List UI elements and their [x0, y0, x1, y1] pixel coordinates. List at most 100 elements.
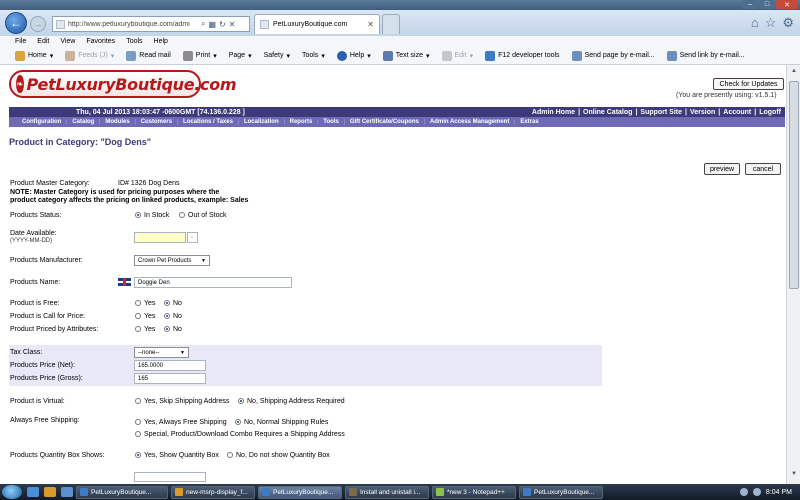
address-url[interactable]: http://www.petluxuryboutique.com/admi	[68, 21, 198, 28]
manufacturer-select[interactable]: Crown Pet Products ▼	[134, 255, 210, 266]
f12-tools-button[interactable]: F12 developer tools	[485, 50, 560, 61]
search-icon[interactable]: ⌕	[201, 19, 205, 29]
nav-localization[interactable]: Localization	[239, 119, 285, 125]
nav-modules[interactable]: Modules	[100, 119, 136, 125]
taskbar-item-notepad[interactable]: *new 3 - Notepad++	[432, 485, 516, 499]
attr-no-option[interactable]: No	[164, 325, 182, 333]
maximize-icon[interactable]: □	[759, 0, 775, 9]
radio-selected[interactable]	[164, 325, 170, 332]
radio-unselected[interactable]	[135, 418, 141, 425]
nav-configuration[interactable]: Configuration	[17, 119, 68, 125]
forward-button[interactable]: →	[30, 16, 46, 32]
radio-selected[interactable]	[235, 418, 241, 425]
attr-yes-option[interactable]: Yes	[135, 325, 155, 333]
text-size-button[interactable]: Text size ▾	[382, 50, 430, 61]
compat-view-icon[interactable]: ▦	[208, 20, 216, 29]
virtual-yes-option[interactable]: Yes, Skip Shipping Address	[135, 397, 229, 405]
status-out-of-stock-option[interactable]: Out of Stock	[179, 211, 227, 219]
account-link[interactable]: Account	[723, 109, 751, 116]
call-yes-option[interactable]: Yes	[135, 312, 155, 320]
tab-active[interactable]: PetLuxuryBoutique.com ✕	[254, 14, 380, 34]
nav-catalog[interactable]: Catalog	[67, 119, 101, 125]
help-button[interactable]: Help ▾	[336, 50, 371, 61]
nav-tools[interactable]: Tools	[318, 119, 345, 125]
start-button[interactable]	[2, 485, 22, 499]
radio-unselected[interactable]	[227, 451, 233, 458]
nav-admin-access[interactable]: Admin Access Management	[425, 119, 516, 125]
radio-selected[interactable]	[164, 299, 170, 306]
radio-unselected[interactable]	[179, 211, 185, 218]
taskbar-item-msrp[interactable]: new-msrp-display_f...	[171, 485, 255, 499]
radio-selected[interactable]	[135, 211, 141, 218]
cancel-button[interactable]: cancel	[745, 163, 781, 175]
back-button[interactable]: ←	[5, 12, 27, 34]
calendar-button[interactable]: ▫	[187, 232, 198, 243]
date-available-input[interactable]	[134, 232, 186, 243]
tools-menu-button[interactable]: Tools ▾	[302, 52, 325, 60]
refresh-icon[interactable]: ↻	[219, 20, 226, 29]
home-button[interactable]: Home ▾	[15, 50, 53, 61]
radio-selected[interactable]	[135, 451, 141, 458]
support-site-link[interactable]: Support Site	[640, 109, 682, 116]
network-icon[interactable]	[739, 488, 748, 496]
minimize-icon[interactable]: –	[742, 0, 758, 9]
products-name-input[interactable]: Doggie Den	[134, 277, 292, 288]
scroll-down-icon[interactable]: ▼	[789, 471, 799, 481]
taskbar-item-petluxury-3[interactable]: PetLuxuryBoutique...	[519, 485, 603, 499]
preview-button[interactable]: preview	[704, 163, 740, 175]
admin-home-link[interactable]: Admin Home	[532, 109, 575, 116]
nav-reports[interactable]: Reports	[285, 119, 319, 125]
home-icon[interactable]: ⌂	[751, 15, 759, 31]
volume-icon[interactable]	[752, 488, 761, 496]
clock[interactable]: 8:04 PM	[766, 489, 792, 496]
free-ship-yes-option[interactable]: Yes, Always Free Shipping	[135, 418, 227, 426]
stop-icon[interactable]: ✕	[229, 20, 236, 29]
next-field-input[interactable]	[134, 472, 206, 482]
menu-view[interactable]: View	[60, 38, 75, 45]
site-logo[interactable]: ❧ PetLuxuryBoutique.com	[9, 70, 237, 98]
page-menu-button[interactable]: Page ▾	[229, 52, 252, 60]
free-no-option[interactable]: No	[164, 299, 182, 307]
send-link-button[interactable]: Send link by e-mail...	[666, 50, 745, 61]
gear-icon[interactable]: ⚙	[782, 15, 794, 31]
radio-unselected[interactable]	[135, 430, 141, 437]
price-gross-input[interactable]: 165	[134, 373, 206, 384]
menu-tools[interactable]: Tools	[126, 38, 142, 45]
logoff-link[interactable]: Logoff	[759, 109, 781, 116]
scrollbar-thumb[interactable]	[789, 81, 799, 289]
taskbar-item-petluxury-1[interactable]: PetLuxuryBoutique...	[76, 485, 168, 499]
feeds-button[interactable]: Feeds (J) ▾	[65, 50, 114, 61]
taskbar-item-petluxury-2[interactable]: PetLuxuryBoutique...	[258, 485, 342, 499]
check-updates-button[interactable]: Check for Updates	[713, 78, 784, 90]
folder-quicklaunch-icon[interactable]	[44, 487, 56, 497]
version-link[interactable]: Version	[690, 109, 715, 116]
virtual-no-option[interactable]: No, Shipping Address Required	[238, 397, 345, 405]
radio-selected[interactable]	[238, 397, 244, 404]
online-catalog-link[interactable]: Online Catalog	[583, 109, 632, 116]
taskbar-item-install[interactable]: Install and unistall i...	[345, 485, 429, 499]
status-in-stock-option[interactable]: In Stock	[135, 211, 169, 219]
menu-file[interactable]: File	[15, 38, 26, 45]
menu-favorites[interactable]: Favorites	[86, 38, 115, 45]
qty-no-option[interactable]: No, Do not show Quantity Box	[227, 451, 330, 459]
address-bar[interactable]: http://www.petluxuryboutique.com/admi ⌕ …	[52, 16, 250, 32]
call-no-option[interactable]: No	[164, 312, 182, 320]
free-ship-special-option[interactable]: Special, Product/Download Combo Requires…	[135, 430, 345, 438]
nav-gift-certificates[interactable]: Gift Certificate/Coupons	[345, 119, 425, 125]
edit-button[interactable]: Edit ▾	[441, 50, 473, 61]
new-tab-button[interactable]	[382, 14, 400, 34]
radio-selected[interactable]	[164, 312, 170, 319]
nav-extras[interactable]: Extras	[515, 119, 543, 125]
qty-yes-option[interactable]: Yes, Show Quantity Box	[135, 451, 219, 459]
vertical-scrollbar[interactable]: ▲ ▼	[786, 65, 800, 484]
nav-customers[interactable]: Customers	[136, 119, 179, 125]
print-button[interactable]: Print ▾	[182, 50, 217, 61]
read-mail-button[interactable]: Read mail	[126, 50, 171, 61]
send-page-button[interactable]: Send page by e-mail...	[571, 50, 655, 61]
radio-unselected[interactable]	[135, 325, 141, 332]
menu-edit[interactable]: Edit	[37, 38, 49, 45]
radio-unselected[interactable]	[135, 299, 141, 306]
desktop-quicklaunch-icon[interactable]	[61, 487, 73, 497]
ie-quicklaunch-icon[interactable]	[27, 487, 39, 497]
nav-locations-taxes[interactable]: Locations / Taxes	[178, 119, 239, 125]
